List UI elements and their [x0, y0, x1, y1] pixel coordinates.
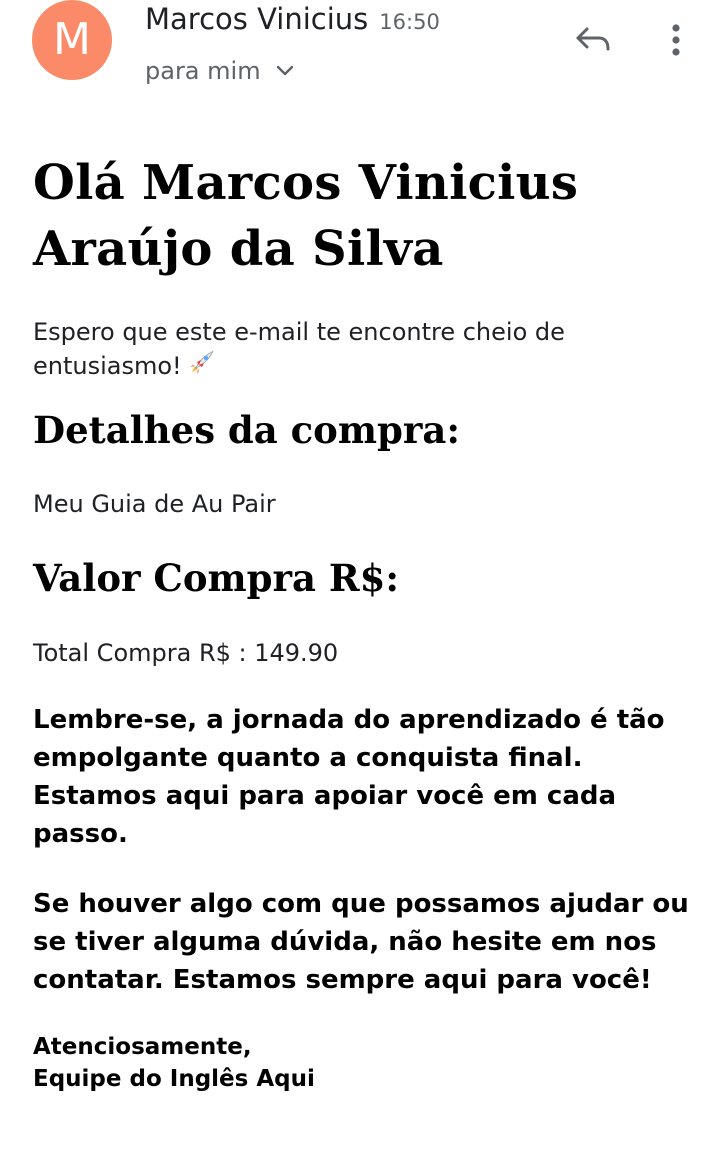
remember-paragraph: Lembre-se, a jornada do aprendizado é tã… — [33, 705, 665, 849]
chevron-down-icon — [276, 65, 293, 76]
reply-icon — [576, 27, 610, 51]
intro-text: Espero que este e-mail te encontre cheio… — [33, 316, 693, 382]
avatar-letter: M — [53, 14, 91, 65]
team-name: Equipe do Inglês Aqui — [33, 1066, 315, 1092]
recipient-details-toggle[interactable]: para mim — [145, 55, 295, 87]
sender-line: Marcos Vinicius 16:50 — [145, 2, 440, 38]
greeting-heading: Olá Marcos Vinicius Araújo da Silva — [33, 155, 579, 277]
more-vert-icon — [672, 24, 680, 56]
more-options-button[interactable] — [660, 14, 692, 66]
purchase-value-heading: Valor Compra R$: — [33, 556, 400, 600]
signature: Atenciosamente, Equipe do Inglês Aqui — [33, 1031, 693, 1095]
email-time: 16:50 — [379, 10, 440, 34]
purchase-total: Total Compra R$ : 149.90 — [33, 639, 339, 667]
recipient-label: para mim — [145, 57, 261, 85]
rocket-icon — [189, 350, 214, 374]
signoff-text: Atenciosamente, — [33, 1034, 252, 1060]
sender-name[interactable]: Marcos Vinicius — [145, 2, 368, 36]
help-paragraph: Se houver algo com que possamos ajudar o… — [33, 889, 689, 995]
email-header: M Marcos Vinicius 16:50 para mim — [0, 0, 720, 110]
email-body: Olá Marcos Vinicius Araújo da Silva Espe… — [33, 150, 693, 1095]
purchase-details-heading: Detalhes da compra: — [33, 408, 460, 452]
sender-avatar[interactable]: M — [32, 0, 112, 80]
product-name: Meu Guia de Au Pair — [33, 490, 276, 518]
reply-button[interactable] — [568, 18, 618, 62]
intro-text-content: Espero que este e-mail te encontre cheio… — [33, 318, 565, 380]
